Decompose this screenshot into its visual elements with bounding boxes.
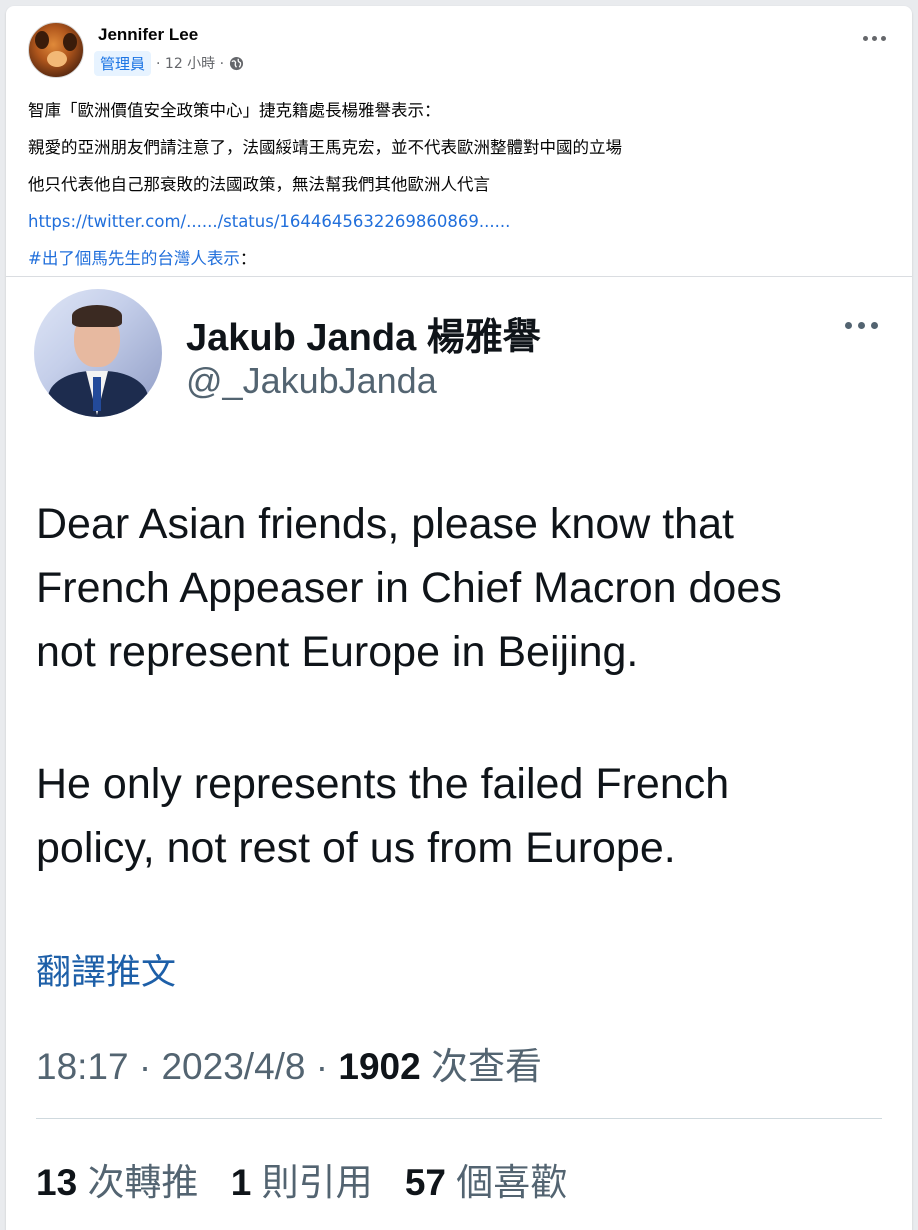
- views-label: 次查看: [431, 1046, 542, 1087]
- post-timestamp[interactable]: · 12 小時 ·: [156, 53, 224, 73]
- quote-stat: 1 則引用: [231, 1162, 373, 1203]
- post-hashtag[interactable]: #出了個馬先生的台灣人表示: [28, 249, 240, 268]
- retweet-count: 13: [36, 1162, 78, 1203]
- retweet-stat: 13 次轉推: [36, 1162, 198, 1203]
- like-label: 個喜歡: [456, 1162, 568, 1203]
- post-line: 親愛的亞洲朋友們請注意了，法國綏靖王馬克宏，並不代表歐洲整體對中國的立場: [28, 138, 622, 157]
- post-line: 他只代表他自己那衰敗的法國政策，無法幫我們其他歐洲人代言: [28, 175, 490, 194]
- separator: ·: [315, 1046, 329, 1087]
- separator: ·: [138, 1046, 152, 1087]
- author-name[interactable]: Jennifer Lee: [98, 25, 198, 45]
- like-stat: 57 個喜歡: [405, 1162, 567, 1203]
- post-meta: 管理員 · 12 小時 ·: [94, 50, 244, 76]
- tweet-body: Dear Asian friends, please know that Fre…: [36, 492, 896, 880]
- post-text: 智庫「歐洲價值安全政策中心」捷克籍處長楊雅譽表示： 親愛的亞洲朋友們請注意了，法…: [28, 92, 888, 277]
- role-badge: 管理員: [94, 50, 152, 76]
- tweet-stats: 13 次轉推 1 則引用 57 個喜歡: [36, 1152, 589, 1206]
- tweet-time: 18:17: [36, 1046, 129, 1087]
- facebook-post-card: Jennifer Lee 管理員 · 12 小時 · 智庫「歐洲價值安全政策中心…: [6, 6, 912, 1230]
- tweet-date: 2023/4/8: [161, 1046, 306, 1087]
- more-horizontal-icon[interactable]: [863, 36, 886, 41]
- views-count: 1902: [338, 1046, 421, 1087]
- tweet-more-icon: [845, 322, 878, 329]
- author-avatar[interactable]: [28, 22, 84, 78]
- tweet-paragraph: He only represents the failed French pol…: [36, 760, 730, 872]
- retweet-label: 次轉推: [87, 1162, 199, 1203]
- quote-label: 則引用: [261, 1162, 373, 1203]
- tweet-paragraph: Dear Asian friends, please know that Fre…: [36, 500, 782, 676]
- divider: [6, 276, 912, 277]
- quote-count: 1: [230, 1162, 252, 1203]
- globe-icon: [229, 56, 244, 71]
- post-line: 智庫「歐洲價值安全政策中心」捷克籍處長楊雅譽表示：: [28, 101, 441, 120]
- post-link[interactable]: https://twitter.com/....../status/164464…: [28, 212, 510, 231]
- tweet-handle: @_JakubJanda: [186, 360, 437, 401]
- translate-tweet-link: 翻譯推文: [36, 953, 177, 993]
- tweet-divider: [36, 1118, 882, 1119]
- hashtag-suffix: ：: [239, 249, 257, 268]
- tweet-meta: 18:17 · 2023/4/8 · 1902 次查看: [36, 1036, 542, 1090]
- tweet-author-name: Jakub Janda 楊雅譽: [186, 317, 541, 359]
- like-count: 57: [404, 1162, 447, 1203]
- tweet-avatar: [34, 289, 162, 417]
